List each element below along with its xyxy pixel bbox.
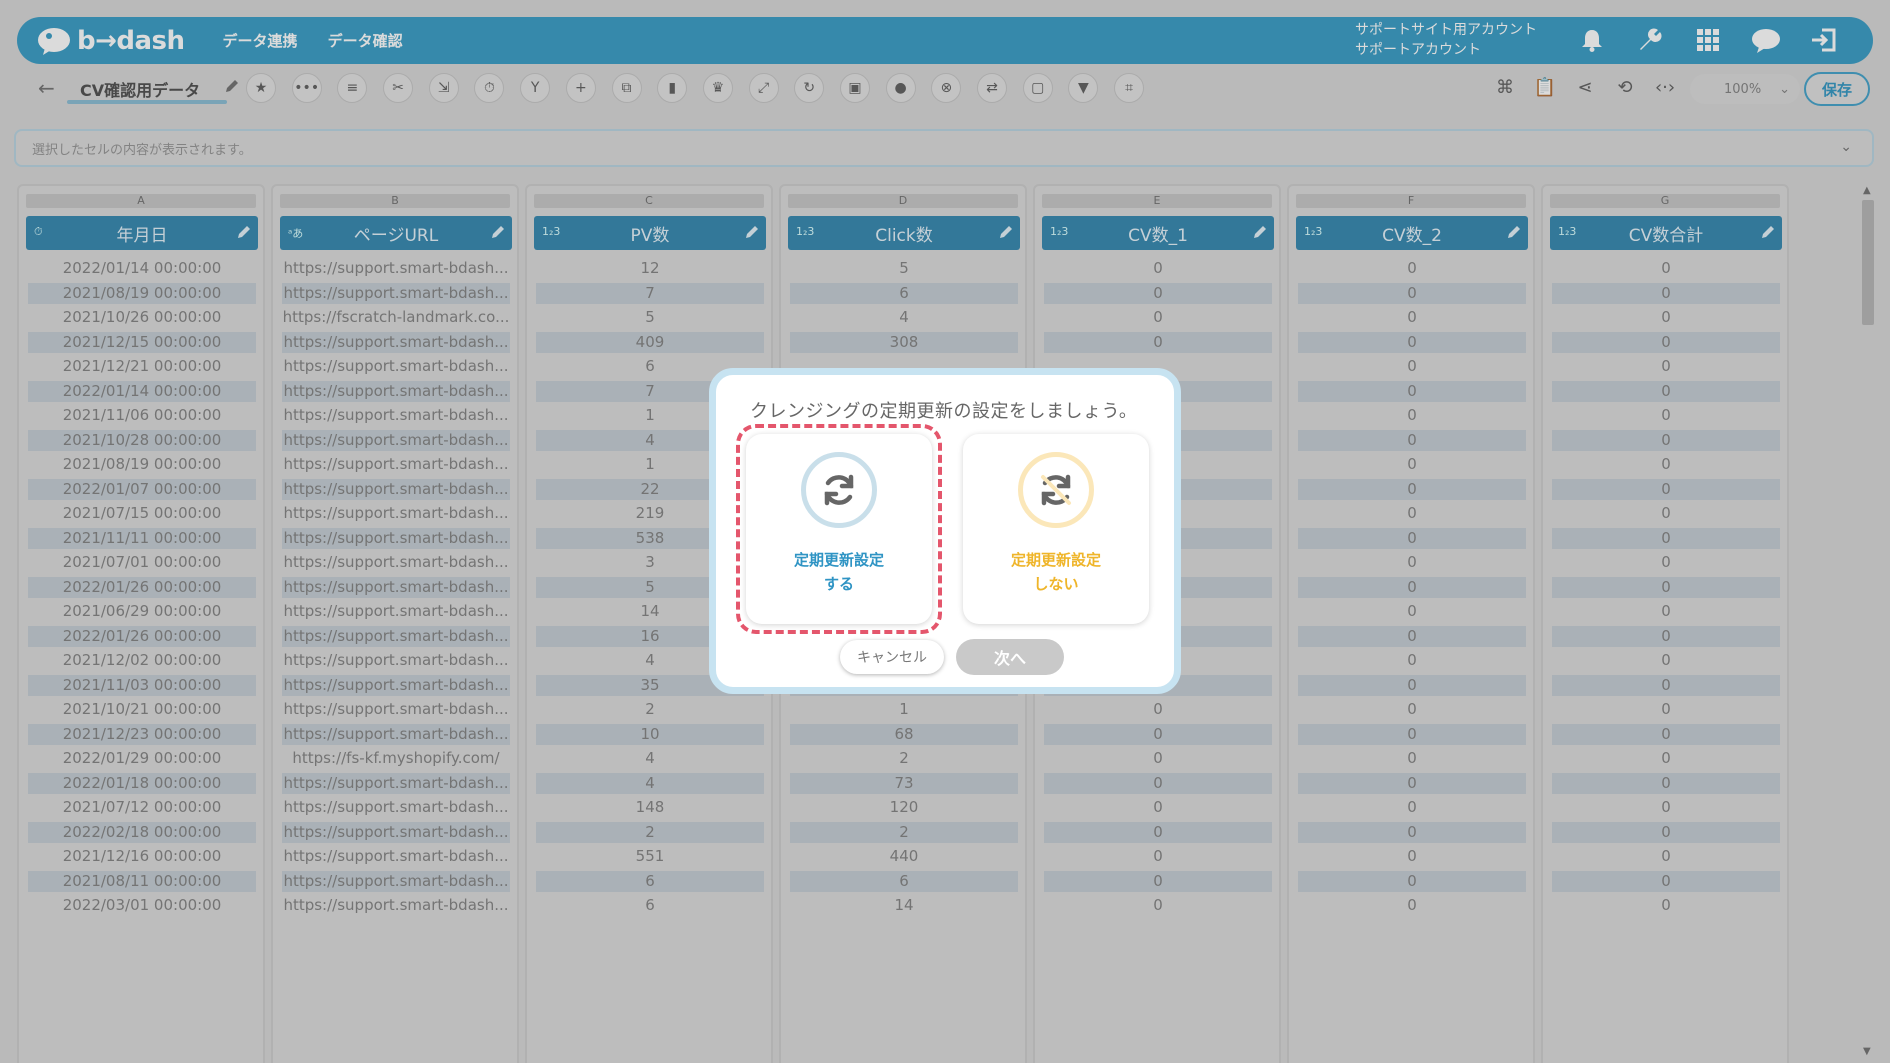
option-yes-label-2: する — [823, 575, 854, 593]
modal-title: クレンジングの定期更新の設定をしましょう。 — [750, 401, 1138, 422]
option-yes-label-1: 定期更新設定 — [793, 551, 884, 569]
option-schedule-off[interactable]: 定期更新設定 しない — [963, 434, 1149, 624]
option-no-label-1: 定期更新設定 — [1010, 551, 1101, 569]
option-schedule-on[interactable]: 定期更新設定 する — [746, 434, 932, 624]
next-button[interactable]: 次へ — [956, 639, 1064, 675]
refresh-off-icon — [1018, 452, 1094, 528]
refresh-icon — [801, 452, 877, 528]
schedule-update-modal: クレンジングの定期更新の設定をしましょう。 定期更新設定 する 定期更新設定 し… — [709, 368, 1181, 694]
option-no-label-2: しない — [1033, 575, 1079, 593]
cancel-button[interactable]: キャンセル — [840, 640, 944, 674]
